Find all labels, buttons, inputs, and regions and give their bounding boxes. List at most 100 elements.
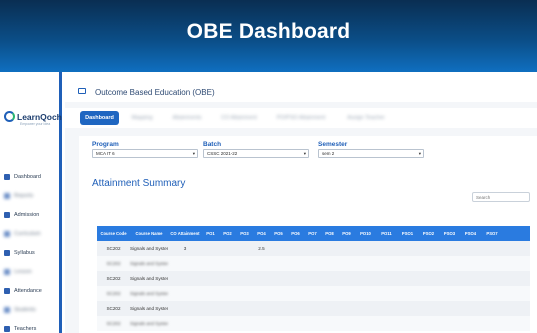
empty-cell — [460, 241, 481, 256]
column-header[interactable]: PO6 — [287, 226, 304, 241]
sidebar-toggle-icon[interactable] — [78, 88, 86, 94]
empty-cell — [481, 316, 503, 331]
empty-cell — [355, 256, 376, 271]
empty-cell — [219, 301, 236, 316]
co-attainment-cell — [168, 316, 202, 331]
column-header[interactable]: PO11 — [376, 226, 397, 241]
empty-cell — [236, 301, 253, 316]
empty-cell — [376, 286, 397, 301]
empty-cell — [481, 271, 503, 286]
column-header[interactable]: PO10 — [355, 226, 376, 241]
attainment-table: Course Code Course Name CO Attainment PO1 PO… — [97, 226, 530, 331]
column-header[interactable]: PO3 — [236, 226, 253, 241]
course-code-cell: SC202 — [106, 276, 121, 281]
table-row[interactable]: SC202 Signals and Systems 3 2.5 — [97, 241, 530, 256]
program-label: Program — [92, 141, 119, 148]
sidebar-item-lesson[interactable]: Lesson — [4, 267, 32, 277]
column-header[interactable]: PO9 — [338, 226, 355, 241]
table-row[interactable]: SC202 Signals and Systems — [97, 256, 530, 271]
sidebar-item-teachers[interactable]: Teachers — [4, 324, 36, 333]
table-row[interactable]: SC202 Signals and Systems — [97, 316, 530, 331]
column-header[interactable]: CO Attainment — [168, 226, 202, 241]
empty-cell — [439, 286, 460, 301]
teachers-icon — [4, 326, 10, 332]
column-header[interactable]: PSO3 — [439, 226, 460, 241]
empty-cell — [202, 286, 219, 301]
top-bar: Outcome Based Education (OBE) — [65, 72, 537, 102]
table-row[interactable]: SC202 Signals and Systems — [97, 301, 530, 316]
attendance-icon — [4, 288, 10, 294]
syllabus-icon — [4, 250, 10, 256]
column-header[interactable]: Course Code — [97, 226, 130, 241]
course-code-cell: SC202 — [106, 306, 121, 311]
tab-attainments[interactable]: Attainments — [168, 111, 206, 125]
tab-dashboard[interactable]: Dashboard — [80, 111, 119, 125]
empty-cell — [397, 316, 418, 331]
column-header[interactable]: PO4 — [253, 226, 270, 241]
tab-bar: Dashboard Mapping Attainments CO Attainment… — [65, 108, 537, 128]
empty-cell — [287, 301, 304, 316]
empty-cell — [439, 256, 460, 271]
batch-select[interactable]: CSSC 2021-22 ▾ — [203, 149, 309, 158]
sidebar-item-reports[interactable]: Reports — [4, 191, 33, 201]
empty-cell — [270, 241, 287, 256]
tab-co-attainment[interactable]: CO Attainment — [216, 111, 262, 125]
column-header[interactable]: PO1 — [202, 226, 219, 241]
sidebar: LearnQoch Empower your idea Dashboard Rep… — [0, 72, 62, 333]
empty-cell — [376, 256, 397, 271]
program-select[interactable]: MCA IT 6 ▾ — [92, 149, 198, 158]
table-body: SC202 Signals and Systems 3 2.5 SC202 Signals… — [97, 241, 530, 331]
po4-cell — [253, 316, 270, 331]
empty-cell — [418, 301, 439, 316]
sidebar-item-syllabus[interactable]: Syllabus — [4, 248, 35, 258]
empty-cell — [321, 286, 338, 301]
semester-value: sem 2 — [322, 151, 335, 156]
empty-cell — [270, 271, 287, 286]
empty-cell — [355, 316, 376, 331]
column-header[interactable]: PO8 — [321, 226, 338, 241]
column-header[interactable]: PO2 — [219, 226, 236, 241]
empty-cell — [460, 301, 481, 316]
empty-cell — [219, 256, 236, 271]
tab-po-pso-attainment[interactable]: PO/PSO Attainment — [273, 111, 329, 125]
sidebar-item-attendance[interactable]: Attendance — [4, 286, 42, 296]
search-input[interactable] — [472, 192, 530, 202]
empty-cell — [355, 241, 376, 256]
sidebar-item-admission[interactable]: Admission — [4, 210, 39, 220]
attainment-card: Program MCA IT 6 ▾ Batch CSSC 2021-22 ▾ … — [79, 136, 537, 333]
course-code-cell: SC202 — [106, 291, 121, 296]
sidebar-item-curriculum[interactable]: Curriculum — [4, 229, 41, 239]
empty-cell — [287, 241, 304, 256]
sidebar-item-dashboard[interactable]: Dashboard — [4, 172, 41, 182]
logo[interactable]: LearnQoch — [4, 111, 62, 122]
empty-cell — [460, 286, 481, 301]
course-code-cell: SC202 — [106, 246, 121, 251]
empty-cell — [481, 301, 503, 316]
column-header[interactable]: PSO1 — [397, 226, 418, 241]
co-attainment-cell — [168, 286, 202, 301]
empty-cell — [397, 241, 418, 256]
empty-cell — [397, 256, 418, 271]
empty-cell — [202, 241, 219, 256]
empty-cell — [219, 241, 236, 256]
tab-mapping[interactable]: Mapping — [127, 111, 157, 125]
logo-tagline: Empower your idea — [20, 122, 51, 126]
empty-cell — [236, 241, 253, 256]
column-header[interactable]: Course Name — [130, 226, 168, 241]
course-name-cell: Signals and Systems — [130, 291, 168, 296]
tab-assign-teacher[interactable]: Assign Teacher — [343, 111, 389, 125]
table-row[interactable]: SC202 Signals and Systems — [97, 271, 530, 286]
column-header[interactable]: PSO7 — [481, 226, 503, 241]
column-header[interactable]: PO5 — [270, 226, 287, 241]
column-header[interactable]: PSO2 — [418, 226, 439, 241]
sidebar-item-students[interactable]: Students — [4, 305, 36, 315]
empty-cell — [355, 301, 376, 316]
column-header[interactable]: PO7 — [304, 226, 321, 241]
sidebar-item-label: Admission — [14, 212, 40, 218]
semester-select[interactable]: sem 2 ▾ — [318, 149, 424, 158]
table-row[interactable]: SC202 Signals and Systems — [97, 286, 530, 301]
empty-cell — [236, 316, 253, 331]
empty-cell — [481, 256, 503, 271]
empty-cell — [481, 286, 503, 301]
column-header[interactable]: PSO4 — [460, 226, 481, 241]
